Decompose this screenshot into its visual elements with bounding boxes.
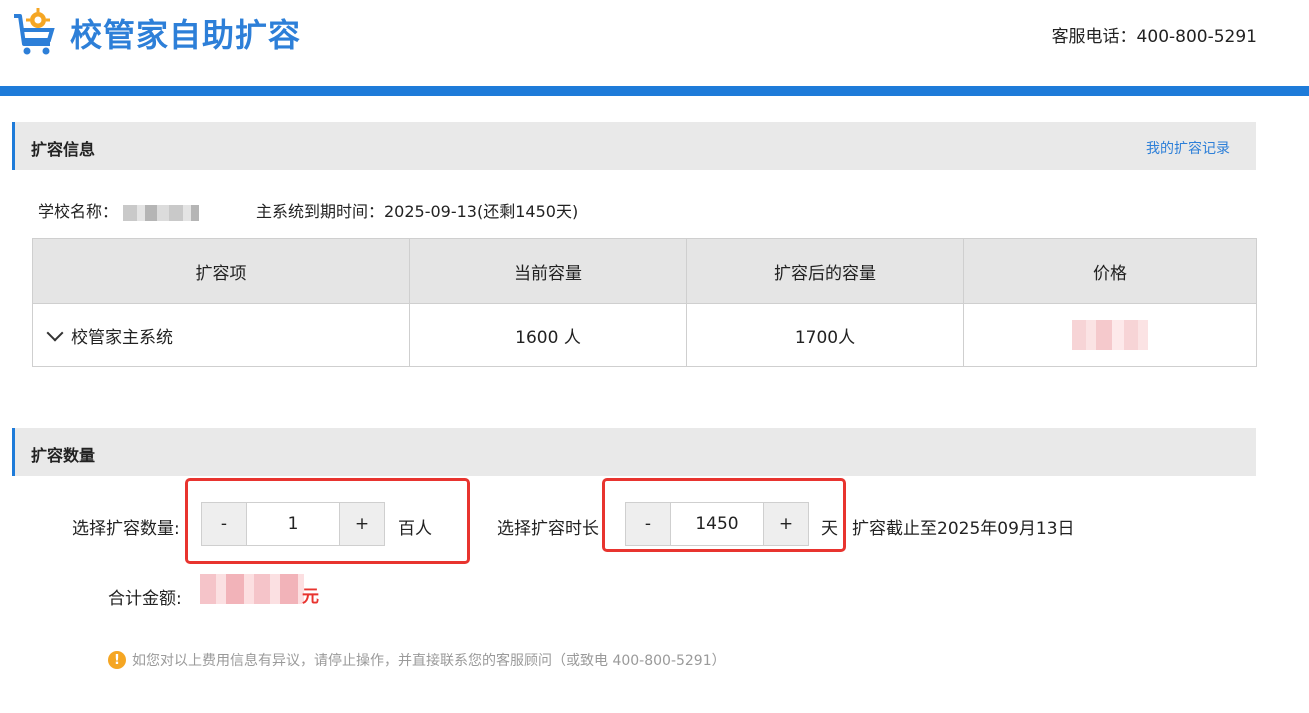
quantity-stepper[interactable]: - 1 +: [201, 502, 385, 546]
duration-minus-button[interactable]: -: [626, 503, 671, 545]
deadline-text: 扩容截止至2025年09月13日: [852, 519, 1075, 539]
column-header-item: 扩容项: [32, 238, 410, 304]
capacity-table: 扩容项 当前容量 扩容后的容量 价格 校管家主系统 1600 人 1700人: [32, 238, 1257, 367]
school-name-row: 学校名称：: [38, 198, 200, 222]
total-amount-redacted: [200, 574, 304, 604]
hotline-text: 客服电话：400-800-5291: [1051, 27, 1257, 47]
cart-gear-icon: [14, 8, 55, 55]
notice-text: 如您对以上费用信息有异议，请停止操作，并直接联系您的客服顾问（或致电 400-8…: [132, 653, 726, 669]
column-header-price: 价格: [963, 238, 1257, 304]
chevron-down-icon[interactable]: [46, 324, 64, 341]
after-capacity-cell: 1700人: [686, 303, 964, 367]
price-cell: [963, 303, 1257, 367]
duration-label: 选择扩容时长: [497, 519, 599, 539]
warning-icon: !: [108, 651, 126, 669]
quantity-plus-button[interactable]: +: [339, 503, 384, 545]
quantity-minus-button[interactable]: -: [202, 503, 247, 545]
quantity-section-header: 扩容数量: [12, 428, 1256, 476]
quantity-label: 选择扩容数量:: [72, 519, 180, 539]
notice-row: ! 如您对以上费用信息有异议，请停止操作，并直接联系您的客服顾问（或致电 400…: [108, 650, 726, 670]
table-row: 校管家主系统 1600 人 1700人: [32, 303, 1257, 367]
app-title: 校管家自助扩容: [70, 16, 302, 54]
duration-plus-button[interactable]: +: [763, 503, 808, 545]
total-amount-label: 合计金额:: [108, 589, 182, 609]
duration-stepper[interactable]: - 1450 +: [625, 502, 809, 546]
header-accent-bar: [0, 86, 1309, 96]
duration-input[interactable]: 1450: [671, 503, 763, 545]
quantity-input[interactable]: 1: [247, 503, 339, 545]
current-capacity-cell: 1600 人: [409, 303, 687, 367]
column-header-after: 扩容后的容量: [686, 238, 964, 304]
price-redacted: [1072, 320, 1148, 350]
expiry-text: 主系统到期时间：2025-09-13(还剩1450天): [256, 202, 579, 221]
page-header: 校管家自助扩容 客服电话：400-800-5291: [0, 0, 1309, 86]
school-name-label: 学校名称：: [38, 202, 119, 221]
quantity-unit: 百人: [398, 519, 432, 539]
info-section-title: 扩容信息: [31, 140, 96, 159]
expansion-history-link[interactable]: 我的扩容记录: [1146, 138, 1230, 158]
duration-unit: 天: [821, 519, 838, 539]
item-name: 校管家主系统: [71, 327, 173, 348]
table-header-row: 扩容项 当前容量 扩容后的容量 价格: [32, 238, 1257, 304]
expand-item-cell[interactable]: 校管家主系统: [32, 303, 410, 367]
school-name-redacted: [123, 204, 200, 221]
quantity-section-title: 扩容数量: [31, 446, 96, 465]
column-header-current: 当前容量: [409, 238, 687, 304]
info-section-header: 扩容信息 我的扩容记录: [12, 122, 1256, 170]
total-amount-unit: 元: [302, 587, 319, 607]
